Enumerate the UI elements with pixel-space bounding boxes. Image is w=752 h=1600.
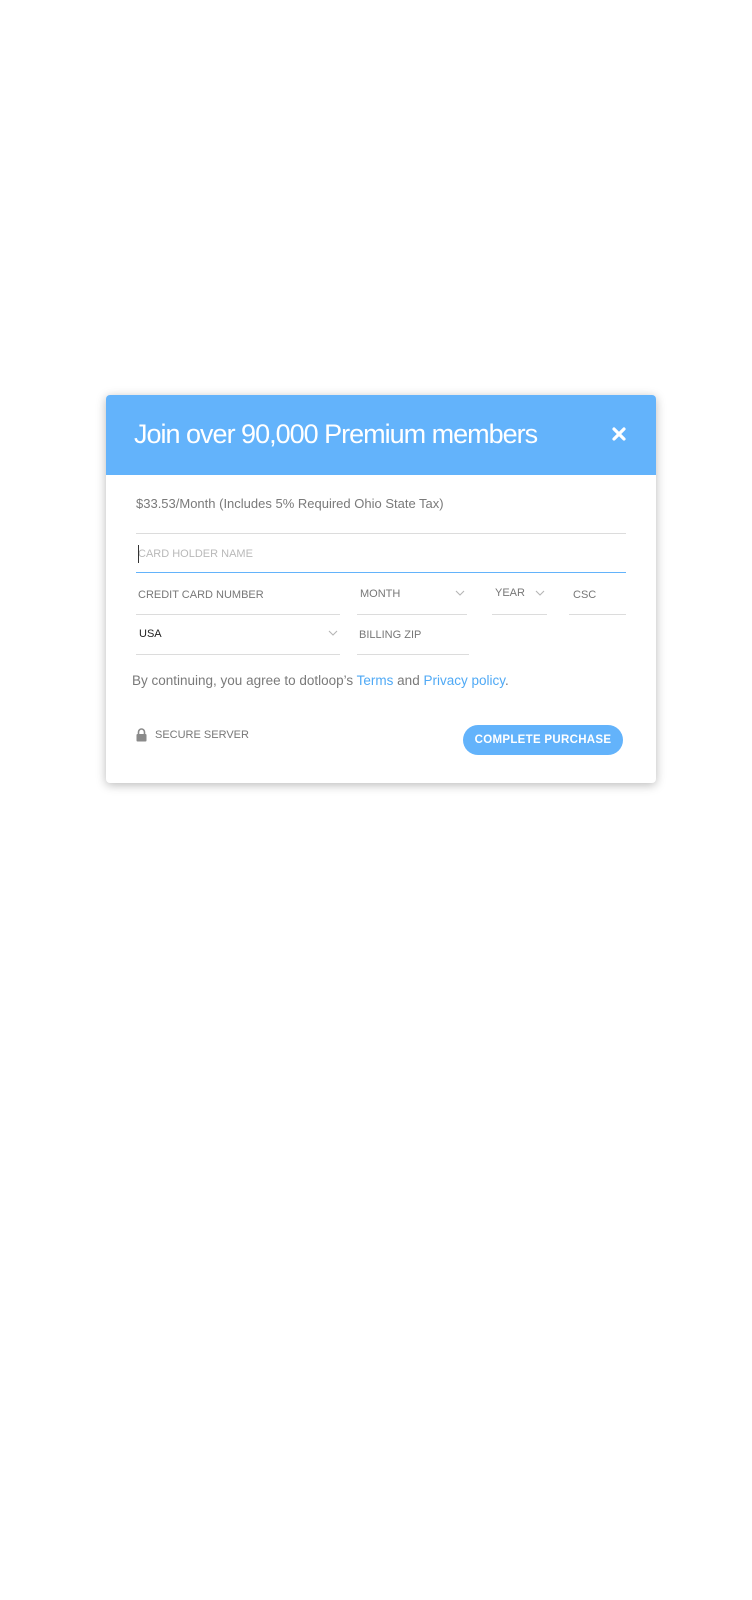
modal-title: Join over 90,000 Premium members xyxy=(134,419,538,449)
terms-prefix: By continuing, you agree to dotloop’s xyxy=(132,673,357,688)
csc-input[interactable] xyxy=(569,575,626,614)
secure-server-badge: SECURE SERVER xyxy=(136,727,249,743)
modal-header: Join over 90,000 Premium members xyxy=(106,395,656,475)
csc-field[interactable] xyxy=(569,575,626,615)
year-select-value: YEAR xyxy=(495,587,525,599)
close-icon xyxy=(612,427,626,441)
chevron-down-icon xyxy=(535,590,545,596)
month-select[interactable]: MONTH xyxy=(357,575,467,615)
lock-icon xyxy=(136,728,147,742)
billing-zip-field[interactable] xyxy=(357,615,469,655)
chevron-down-icon xyxy=(455,590,465,596)
terms-notice: By continuing, you agree to dotloop’s Te… xyxy=(132,673,509,688)
terms-suffix: . xyxy=(504,673,509,688)
complete-purchase-button[interactable]: COMPLETE PURCHASE xyxy=(463,725,623,755)
billing-zip-input[interactable] xyxy=(357,615,469,654)
card-holder-input[interactable] xyxy=(136,534,626,573)
price-text: $33.53/Month (Includes 5% Required Ohio … xyxy=(136,496,444,511)
country-select[interactable]: USA xyxy=(136,615,340,655)
terms-link[interactable]: Terms xyxy=(357,673,394,688)
privacy-policy-link[interactable]: Privacy policy xyxy=(423,673,505,688)
month-select-value: MONTH xyxy=(360,588,401,600)
secure-server-label: SECURE SERVER xyxy=(155,729,249,741)
country-select-value: USA xyxy=(139,628,162,640)
card-number-input[interactable] xyxy=(136,575,340,614)
card-holder-field[interactable] xyxy=(136,533,626,573)
text-caret xyxy=(138,545,139,563)
purchase-modal: Join over 90,000 Premium members $33.53/… xyxy=(106,395,656,783)
year-select[interactable]: YEAR xyxy=(492,575,547,615)
chevron-down-icon xyxy=(328,630,338,636)
close-button[interactable] xyxy=(608,423,630,445)
terms-and: and xyxy=(393,673,424,688)
card-number-field[interactable] xyxy=(136,575,340,615)
